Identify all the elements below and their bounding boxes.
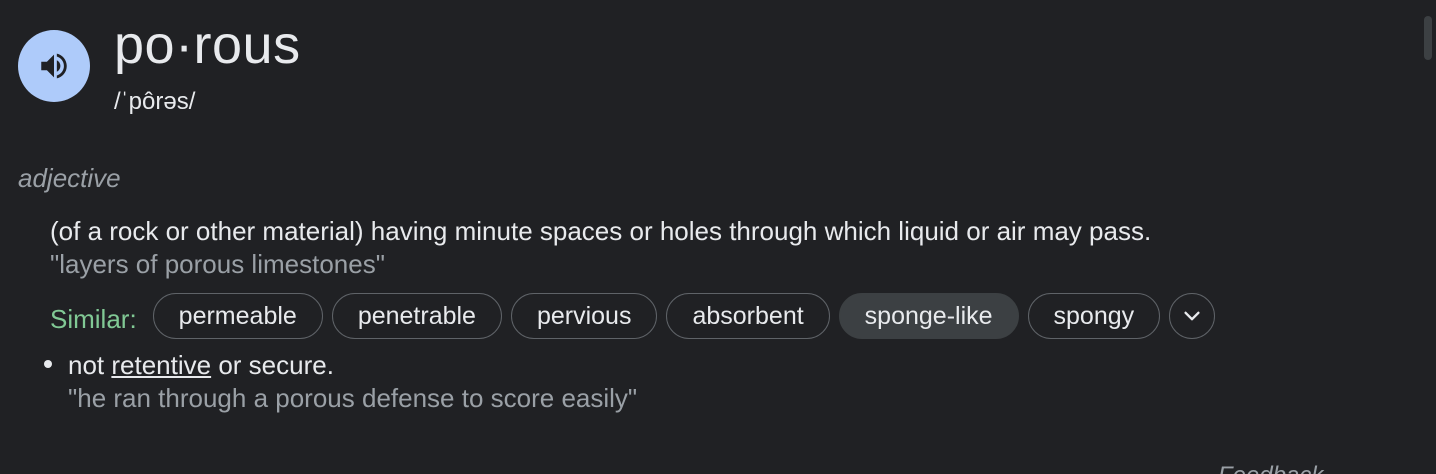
similar-chip-pervious[interactable]: pervious — [510, 293, 658, 339]
definition-2-example: "he ran through a porous defense to scor… — [68, 383, 638, 413]
similar-chip-spongy[interactable]: spongy — [1027, 293, 1161, 339]
similar-chip-sponge-like[interactable]: sponge-like — [838, 293, 1019, 339]
phonetic-spelling: /ˈpôrəs/ — [114, 88, 196, 115]
scrollbar-thumb[interactable] — [1424, 16, 1432, 60]
similar-label: Similar: — [50, 303, 137, 334]
similar-chip-absorbent[interactable]: absorbent — [666, 293, 830, 339]
similar-chip-penetrable[interactable]: penetrable — [331, 293, 502, 339]
definition-1-example: "layers of porous limestones" — [50, 249, 385, 279]
feedback-link[interactable]: Feedback — [1218, 462, 1323, 474]
dictionary-card: po·rous /ˈpôrəs/ adjective (of a rock or… — [0, 0, 1436, 474]
part-of-speech: adjective — [18, 163, 121, 193]
definition-2: not retentive or secure. — [68, 349, 334, 381]
similar-chip-permeable[interactable]: permeable — [152, 293, 323, 339]
list-bullet — [44, 360, 52, 368]
similar-words-row: Similar: permeable penetrable pervious a… — [50, 292, 1216, 340]
headword: po·rous — [114, 15, 301, 75]
retentive-link[interactable]: retentive — [111, 350, 211, 380]
chevron-down-icon — [1181, 305, 1203, 327]
definition-1: (of a rock or other material) having min… — [50, 216, 1152, 246]
definition-2-suffix: or secure. — [211, 350, 334, 380]
definition-2-prefix: not — [68, 350, 112, 380]
pronunciation-button[interactable] — [18, 30, 90, 102]
volume-up-icon — [37, 49, 71, 83]
expand-similar-button[interactable] — [1169, 293, 1216, 339]
